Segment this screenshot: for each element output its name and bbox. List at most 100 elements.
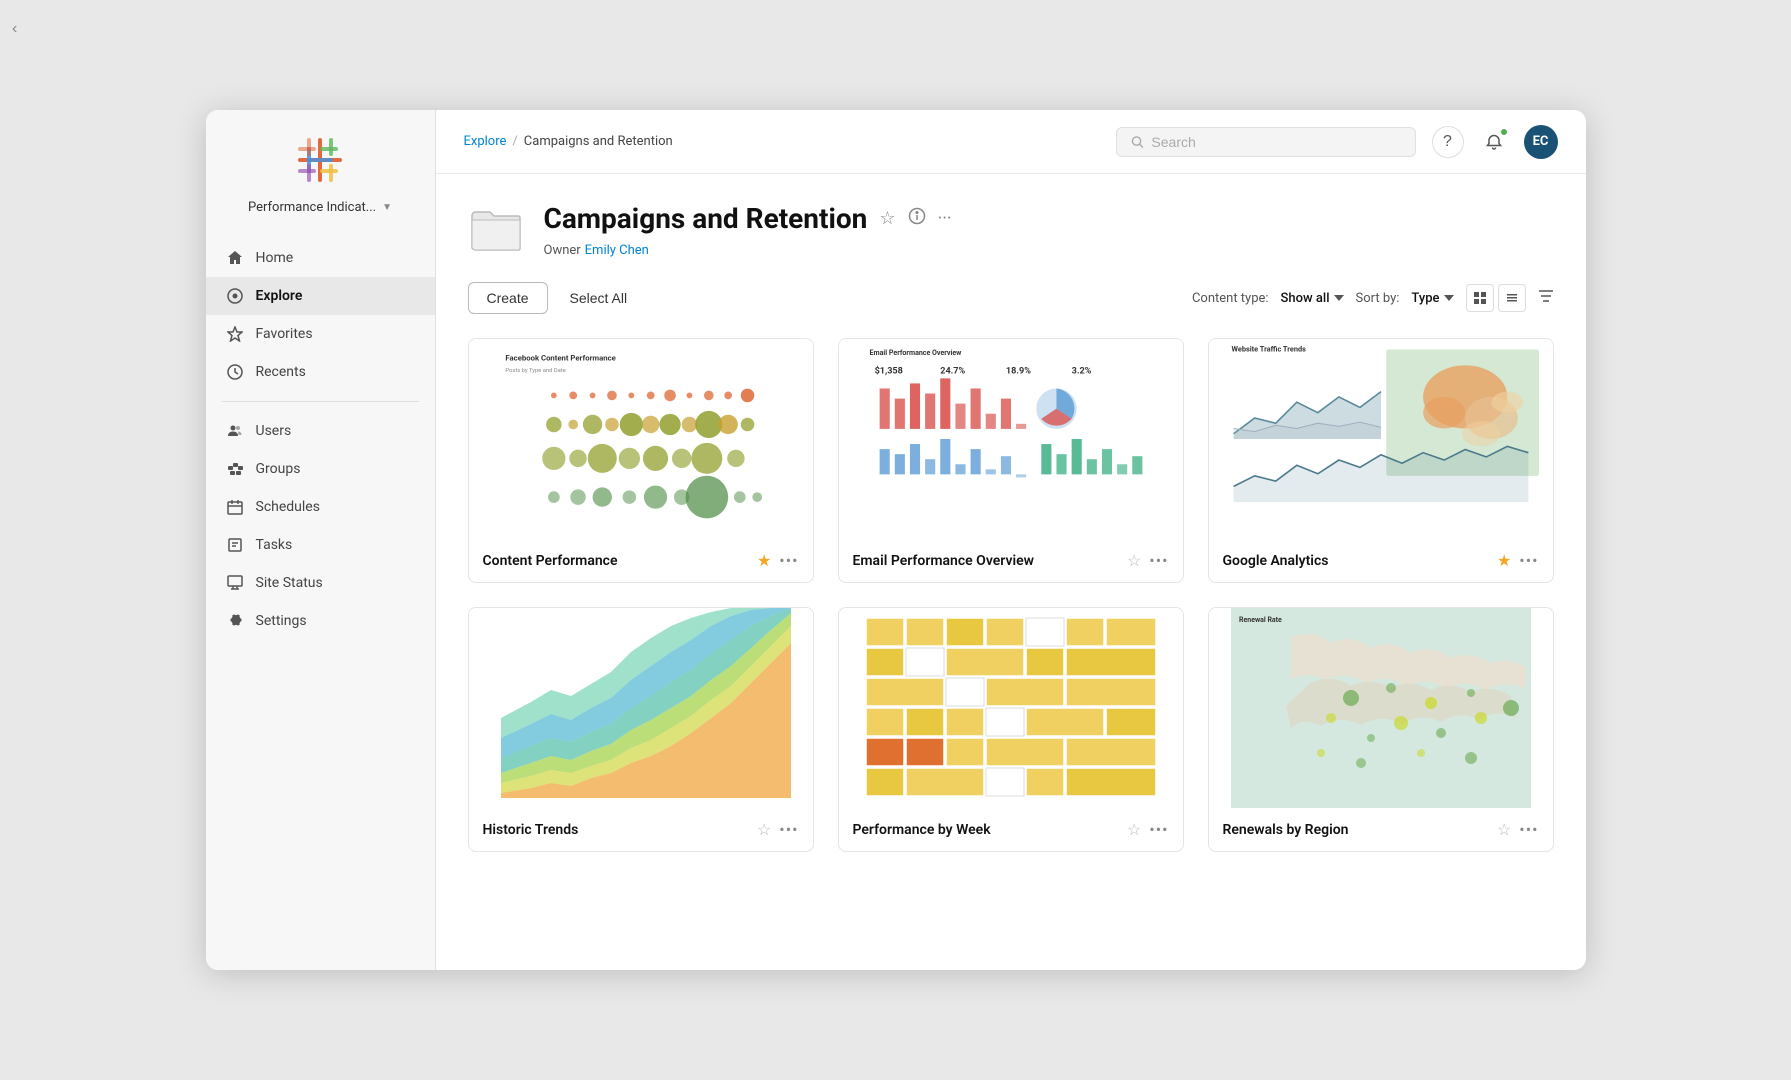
help-icon: ? bbox=[1443, 133, 1452, 151]
content-type-chevron bbox=[1334, 295, 1344, 301]
workbook-menu-performance-week[interactable]: ••• bbox=[1149, 820, 1168, 839]
sidebar-item-settings-label: Settings bbox=[256, 613, 307, 629]
workbook-menu-renewals-region[interactable]: ••• bbox=[1519, 820, 1538, 839]
grid-view-button[interactable] bbox=[1466, 284, 1494, 312]
explore-icon bbox=[226, 287, 244, 305]
sidebar-item-users-label: Users bbox=[256, 423, 292, 439]
workspace-chevron: ▼ bbox=[382, 202, 392, 213]
workbook-menu-content-performance[interactable]: ••• bbox=[779, 551, 798, 570]
workbook-menu-historic-trends[interactable]: ••• bbox=[779, 820, 798, 839]
workbook-card-email-performance[interactable]: Email Performance Overview $1,358 24.7% … bbox=[838, 338, 1184, 583]
workbook-footer-historic-trends: Historic Trends ☆ ••• bbox=[469, 808, 813, 851]
star-icon bbox=[226, 325, 244, 343]
workbook-star-renewals-region[interactable]: ☆ bbox=[1497, 820, 1511, 839]
workbook-star-google-analytics[interactable]: ★ bbox=[1497, 551, 1511, 570]
page: Campaigns and Retention ☆ ··· Owner Emil… bbox=[436, 174, 1586, 970]
svg-text:18.9%: 18.9% bbox=[1005, 366, 1030, 376]
groups-icon bbox=[226, 460, 244, 478]
sidebar-item-site-status[interactable]: Site Status bbox=[206, 564, 435, 602]
owner-link[interactable]: Emily Chen bbox=[585, 243, 649, 258]
workbook-thumb-content-performance: Facebook Content Performance Posts by Ty… bbox=[469, 339, 813, 539]
gear-icon bbox=[226, 612, 244, 630]
page-owner: Owner Emily Chen bbox=[544, 239, 1554, 258]
workbook-star-performance-week[interactable]: ☆ bbox=[1127, 820, 1141, 839]
header: Explore / Campaigns and Retention ? EC bbox=[436, 110, 1586, 174]
workbook-star-content-performance[interactable]: ★ bbox=[757, 551, 771, 570]
breadcrumb-explore[interactable]: Explore bbox=[464, 134, 507, 149]
sidebar-item-recents[interactable]: Recents bbox=[206, 353, 435, 391]
sidebar-item-favorites[interactable]: Favorites bbox=[206, 315, 435, 353]
sidebar-item-tasks[interactable]: Tasks bbox=[206, 526, 435, 564]
info-icon[interactable] bbox=[908, 207, 926, 230]
breadcrumb: Explore / Campaigns and Retention bbox=[464, 134, 1100, 149]
content-type-value: Show all bbox=[1281, 291, 1330, 306]
app-logo bbox=[294, 134, 346, 186]
workbook-star-historic-trends[interactable]: ☆ bbox=[757, 820, 771, 839]
page-title-block: Campaigns and Retention ☆ ··· Owner Emil… bbox=[544, 202, 1554, 258]
workbooks-grid: Facebook Content Performance Posts by Ty… bbox=[468, 338, 1554, 852]
filter-button[interactable] bbox=[1538, 289, 1554, 308]
workbook-menu-email-performance[interactable]: ••• bbox=[1149, 551, 1168, 570]
nav-divider bbox=[222, 401, 419, 402]
svg-text:24.7%: 24.7% bbox=[940, 366, 965, 376]
user-avatar[interactable]: EC bbox=[1524, 125, 1558, 159]
select-all-button[interactable]: Select All bbox=[560, 283, 638, 313]
svg-text:3.2%: 3.2% bbox=[1071, 366, 1091, 376]
workbook-thumb-historic-trends bbox=[469, 608, 813, 808]
site-status-icon bbox=[226, 574, 244, 592]
workbook-card-content-performance[interactable]: Facebook Content Performance Posts by Ty… bbox=[468, 338, 814, 583]
svg-text:$1,358: $1,358 bbox=[874, 365, 902, 376]
workbook-card-performance-week[interactable]: Performance by Week ☆ ••• bbox=[838, 607, 1184, 852]
workbook-card-renewals-region[interactable]: Renewal Rate bbox=[1208, 607, 1554, 852]
sidebar-item-groups[interactable]: Groups bbox=[206, 450, 435, 488]
sidebar-item-groups-label: Groups bbox=[256, 461, 301, 477]
create-button[interactable]: Create bbox=[468, 282, 548, 314]
folder-icon bbox=[468, 202, 524, 258]
search-input[interactable] bbox=[1151, 134, 1400, 150]
svg-text:Website Traffic Trends: Website Traffic Trends bbox=[1231, 345, 1306, 354]
header-icons: ? EC bbox=[1432, 125, 1558, 159]
workbook-name-renewals-region: Renewals by Region bbox=[1223, 822, 1489, 838]
search-bar[interactable] bbox=[1116, 127, 1416, 157]
list-view-button[interactable] bbox=[1498, 284, 1526, 312]
help-button[interactable]: ? bbox=[1432, 126, 1464, 158]
workbook-star-email-performance[interactable]: ☆ bbox=[1127, 551, 1141, 570]
sidebar-item-users[interactable]: Users bbox=[206, 412, 435, 450]
home-icon bbox=[226, 249, 244, 267]
svg-text:Facebook Content Performance: Facebook Content Performance bbox=[505, 354, 615, 363]
workbook-card-google-analytics[interactable]: Website Traffic Trends bbox=[1208, 338, 1554, 583]
workbook-menu-google-analytics[interactable]: ••• bbox=[1519, 551, 1538, 570]
bell-icon bbox=[1486, 134, 1502, 150]
tasks-icon bbox=[226, 536, 244, 554]
sidebar-item-settings[interactable]: Settings bbox=[206, 602, 435, 640]
workbook-name-google-analytics: Google Analytics bbox=[1223, 553, 1489, 569]
notification-dot bbox=[1500, 128, 1508, 136]
main-content: Explore / Campaigns and Retention ? EC bbox=[436, 110, 1586, 970]
workspace-selector[interactable]: Performance Indicat... ▼ bbox=[248, 200, 392, 215]
content-type-label: Content type: bbox=[1192, 291, 1269, 306]
sidebar: ‹ bbox=[206, 110, 436, 970]
workbook-name-performance-week: Performance by Week bbox=[853, 822, 1119, 838]
view-toggles bbox=[1466, 284, 1526, 312]
notifications-button[interactable] bbox=[1478, 126, 1510, 158]
content-type-select[interactable]: Show all bbox=[1281, 291, 1344, 306]
workbook-footer-google-analytics: Google Analytics ★ ••• bbox=[1209, 539, 1553, 582]
workspace-name: Performance Indicat... bbox=[248, 200, 376, 215]
sidebar-item-home[interactable]: Home bbox=[206, 239, 435, 277]
sidebar-item-schedules[interactable]: Schedules bbox=[206, 488, 435, 526]
sidebar-item-explore[interactable]: Explore bbox=[206, 277, 435, 315]
sort-label: Sort by: bbox=[1356, 291, 1400, 306]
sidebar-nav: Home Explore Favorites Recents bbox=[206, 231, 435, 648]
workbook-thumb-performance-week bbox=[839, 608, 1183, 808]
workbook-thumb-email-performance: Email Performance Overview $1,358 24.7% … bbox=[839, 339, 1183, 539]
sidebar-item-tasks-label: Tasks bbox=[256, 537, 293, 553]
sort-select[interactable]: Type bbox=[1411, 291, 1453, 306]
workbook-card-historic-trends[interactable]: Historic Trends ☆ ••• bbox=[468, 607, 814, 852]
sidebar-item-recents-label: Recents bbox=[256, 364, 306, 380]
workbook-footer-email-performance: Email Performance Overview ☆ ••• bbox=[839, 539, 1183, 582]
sidebar-item-schedules-label: Schedules bbox=[256, 499, 320, 515]
sort-chevron bbox=[1444, 295, 1454, 301]
more-options-icon[interactable]: ··· bbox=[938, 208, 952, 229]
clock-icon bbox=[226, 363, 244, 381]
favorite-star-icon[interactable]: ☆ bbox=[879, 208, 895, 229]
